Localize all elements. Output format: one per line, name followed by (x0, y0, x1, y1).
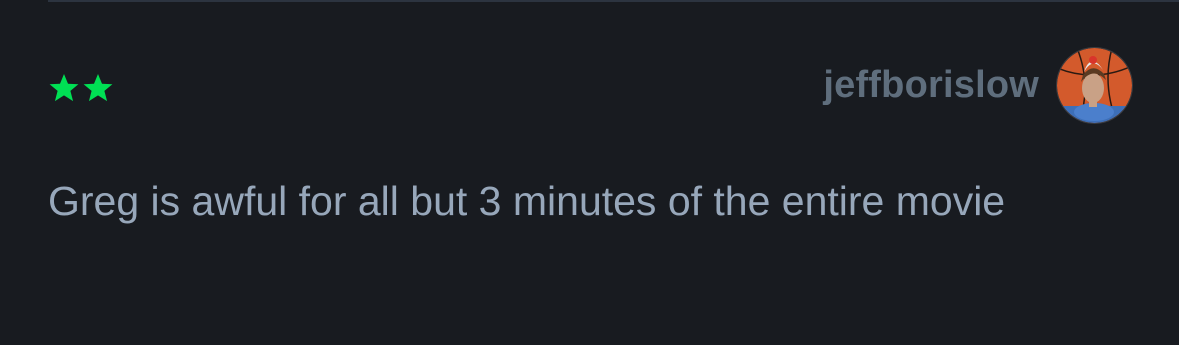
star-rating (48, 72, 114, 104)
star-icon (83, 74, 113, 102)
reviewer-info[interactable]: jeffborislow (823, 48, 1132, 123)
reviewer-username[interactable]: jeffborislow (823, 64, 1039, 107)
star-icon (49, 74, 79, 102)
review-card: jeffborislow Greg is awful for all but 3… (0, 0, 1179, 345)
review-body: Greg is awful for all but 3 minutes of t… (48, 178, 1006, 224)
avatar[interactable] (1057, 48, 1132, 123)
